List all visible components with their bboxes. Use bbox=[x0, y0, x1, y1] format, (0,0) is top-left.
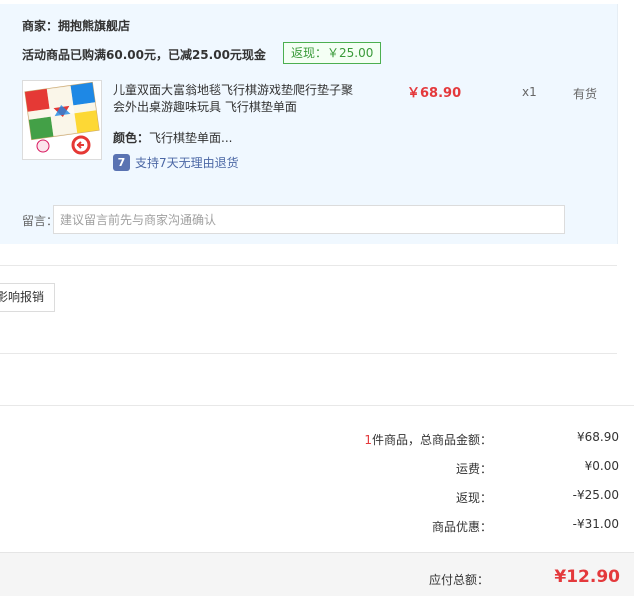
total-bar bbox=[0, 552, 634, 596]
product-spec: 颜色：飞行棋垫单面... bbox=[113, 129, 232, 146]
item-count: 1 bbox=[364, 433, 372, 447]
flight-chess-mat-image bbox=[23, 81, 101, 159]
shipping-label: 运费： bbox=[455, 462, 492, 476]
discount-label: 商品优惠： bbox=[431, 520, 492, 534]
side-option-button[interactable]: 影响报销 bbox=[0, 283, 55, 312]
product-thumbnail[interactable] bbox=[22, 80, 102, 160]
divider bbox=[0, 265, 617, 266]
shipping-value: ¥0.00 bbox=[584, 459, 619, 473]
total-amount: ¥12.90 bbox=[554, 567, 620, 587]
goods-amount-value: ¥68.90 bbox=[577, 430, 619, 444]
cashback-label: 返现： bbox=[455, 491, 492, 505]
discount-value: -¥31.00 bbox=[572, 517, 619, 531]
message-input[interactable] bbox=[53, 205, 565, 234]
product-price: ￥68.90 bbox=[407, 86, 462, 101]
product-title[interactable]: 儿童双面大富翁地毯飞行棋游戏垫爬行垫子聚会外出桌游趣味玩具 飞行棋垫单面 bbox=[113, 82, 363, 116]
divider bbox=[0, 405, 634, 406]
seven-day-return-icon: 7 bbox=[113, 154, 130, 171]
goods-amount-text: 件商品，总商品金额： bbox=[371, 433, 492, 447]
return-policy[interactable]: 7 支持7天无理由退货 bbox=[113, 154, 239, 171]
merchant-name[interactable]: 商家：拥抱熊旗舰店 bbox=[22, 17, 130, 34]
goods-amount-label: 1件商品，总商品金额： bbox=[364, 431, 492, 448]
spec-label: 颜色： bbox=[113, 131, 150, 145]
rebate-tag: 返现：￥25.00 bbox=[283, 42, 382, 64]
product-quantity: x1 bbox=[522, 85, 537, 99]
stock-status: 有货 bbox=[573, 87, 598, 101]
spec-value: 飞行棋垫单面... bbox=[149, 131, 233, 145]
divider bbox=[0, 353, 617, 354]
promo-text: 活动商品已购满60.00元，已减25.00元现金 bbox=[22, 48, 266, 62]
return-policy-text: 支持7天无理由退货 bbox=[135, 156, 239, 170]
total-label: 应付总额： bbox=[428, 573, 489, 587]
cashback-value: -¥25.00 bbox=[572, 488, 619, 502]
